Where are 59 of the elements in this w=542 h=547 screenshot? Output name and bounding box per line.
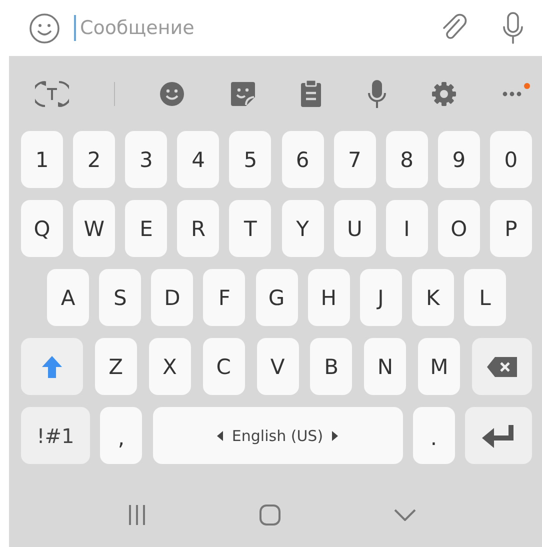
key[interactable]: 2 — [73, 131, 116, 188]
key[interactable]: Z — [94, 338, 137, 395]
key[interactable]: N — [364, 338, 406, 395]
key[interactable]: . — [412, 407, 455, 464]
key[interactable]: A — [47, 269, 89, 326]
key[interactable]: U — [334, 200, 376, 257]
smiley-icon[interactable] — [29, 12, 60, 44]
key[interactable]: T — [229, 200, 272, 257]
key[interactable]: 6 — [282, 131, 324, 188]
key[interactable]: C — [202, 338, 245, 395]
key[interactable]: D — [151, 269, 194, 326]
clipboard-icon[interactable] — [300, 80, 322, 108]
key[interactable]: 9 — [438, 131, 480, 188]
key[interactable]: Y — [282, 200, 324, 257]
key[interactable]: 7 — [334, 131, 376, 188]
backspace-key[interactable] — [472, 338, 532, 395]
key[interactable]: 0 — [490, 131, 532, 188]
key[interactable]: H — [308, 269, 350, 326]
key[interactable]: R — [177, 200, 220, 257]
key[interactable]: 1 — [21, 131, 63, 188]
key[interactable]: X — [148, 338, 191, 395]
key[interactable]: Q — [21, 200, 63, 257]
key[interactable]: F — [203, 269, 246, 326]
shift-arrow-icon — [41, 354, 63, 378]
key[interactable]: S — [99, 269, 142, 326]
microphone-icon[interactable] — [366, 78, 387, 108]
symbols-key[interactable]: !#1 — [21, 407, 90, 464]
key[interactable]: 4 — [177, 131, 220, 188]
home-icon[interactable] — [259, 504, 282, 526]
key[interactable]: I — [386, 200, 428, 257]
key[interactable]: P — [490, 200, 532, 257]
hide-keyboard-icon[interactable] — [394, 509, 416, 521]
key[interactable]: E — [125, 200, 168, 257]
key[interactable]: 5 — [229, 131, 272, 188]
key[interactable]: J — [360, 269, 402, 326]
key[interactable]: M — [418, 338, 460, 395]
key[interactable]: O — [438, 200, 480, 257]
key[interactable]: V — [256, 338, 298, 395]
microphone-icon[interactable] — [502, 11, 524, 45]
backspace-icon — [487, 356, 517, 376]
recent-apps-icon[interactable] — [127, 504, 148, 526]
space-bar-key[interactable]: English (US) — [152, 407, 402, 464]
key[interactable]: L — [464, 269, 506, 326]
left-triangle-icon — [216, 430, 223, 440]
key[interactable]: 3 — [125, 131, 168, 188]
key[interactable]: W — [73, 200, 116, 257]
emoji-icon[interactable] — [159, 80, 186, 106]
sticker-icon[interactable] — [230, 80, 256, 106]
enter-key[interactable] — [465, 407, 532, 464]
key[interactable]: B — [310, 338, 352, 395]
right-triangle-icon — [332, 430, 338, 440]
key[interactable]: G — [256, 269, 298, 326]
key[interactable]: , — [100, 407, 142, 464]
message-input-field[interactable]: Сообщение — [74, 15, 426, 41]
settings-icon[interactable] — [431, 80, 458, 106]
key[interactable]: K — [412, 269, 454, 326]
shift-key[interactable] — [21, 338, 83, 395]
key[interactable]: 8 — [386, 131, 428, 188]
enter-icon — [482, 424, 516, 448]
